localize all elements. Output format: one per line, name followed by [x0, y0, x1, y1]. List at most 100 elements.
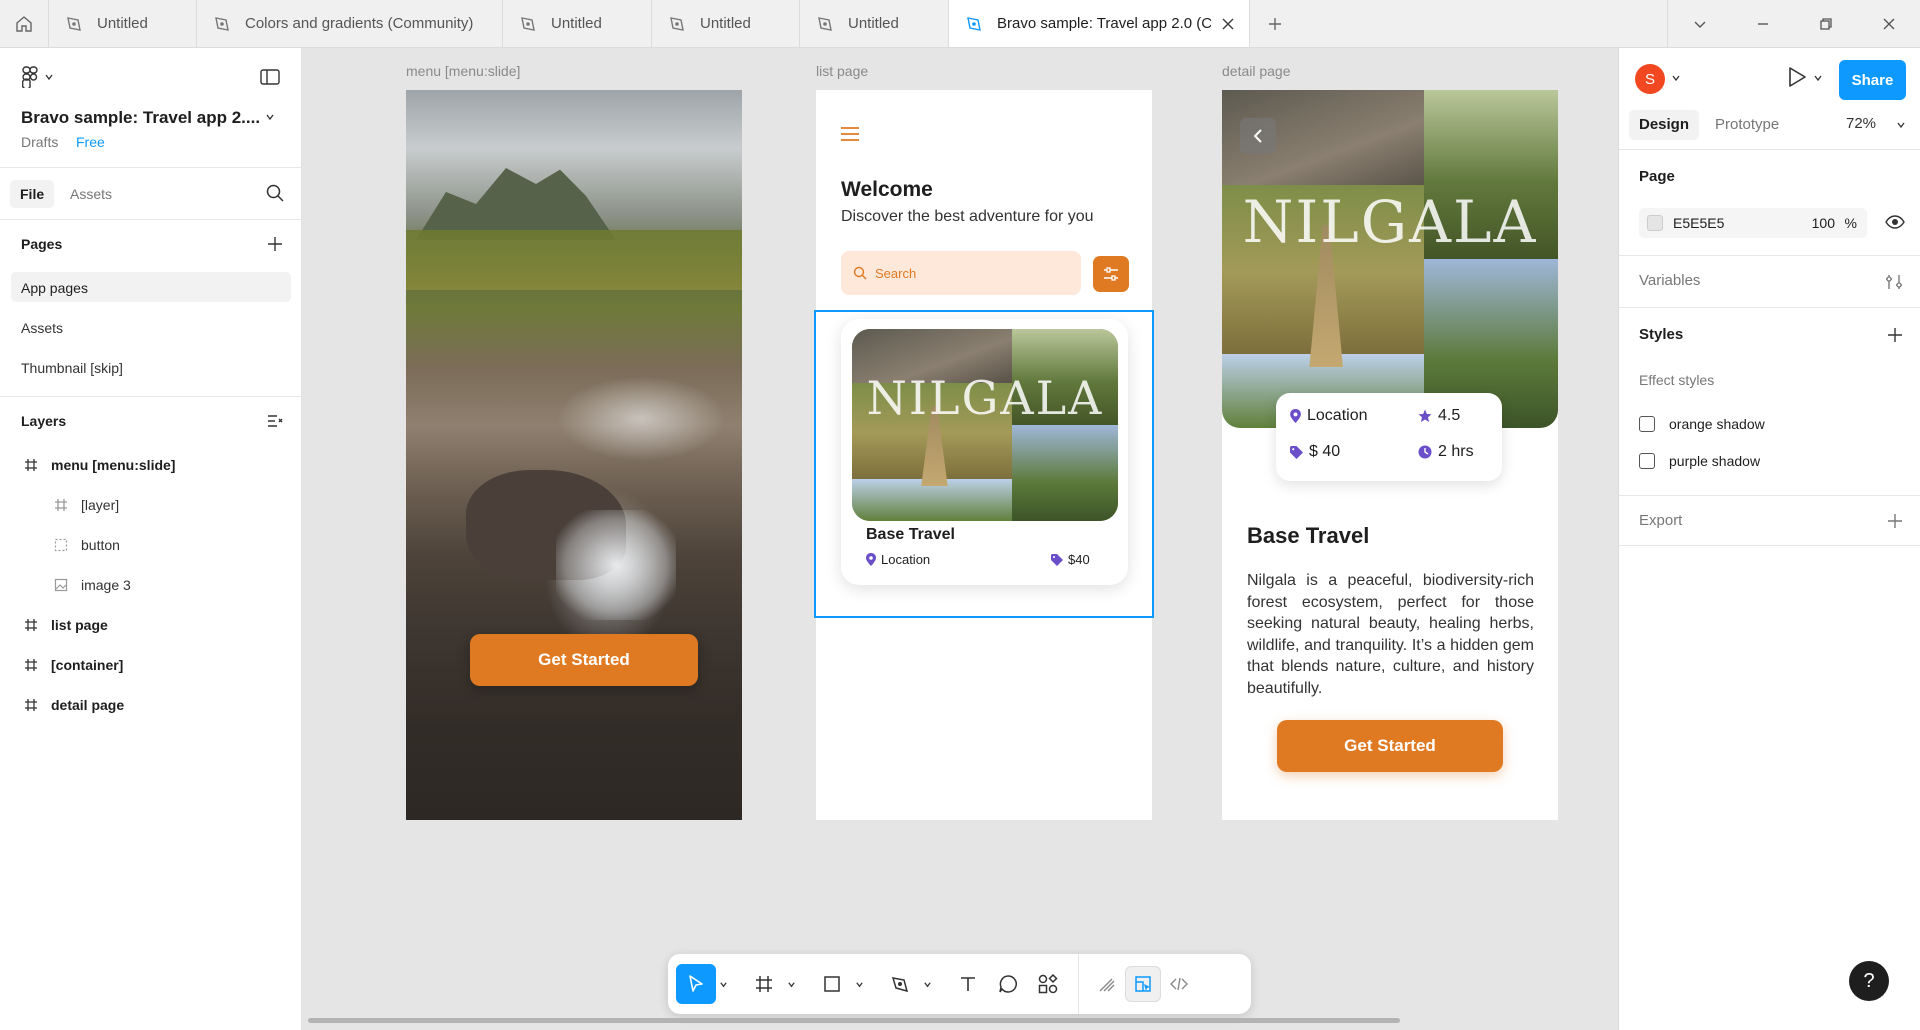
chevron-down-icon[interactable]: [1896, 120, 1906, 130]
layer-image-3[interactable]: image 3: [0, 565, 301, 605]
actions-tool[interactable]: [1028, 962, 1068, 1006]
move-tool-button[interactable]: [676, 964, 716, 1004]
layer-container[interactable]: [container]: [0, 645, 301, 685]
text-tool-button[interactable]: [948, 964, 988, 1004]
eye-icon[interactable]: [1885, 214, 1905, 230]
chevron-down-icon[interactable]: [1671, 73, 1681, 83]
comment-tool[interactable]: [988, 962, 1028, 1006]
add-page-icon[interactable]: [266, 235, 284, 253]
star-icon: [1418, 409, 1432, 422]
frame-tool-button[interactable]: [744, 964, 784, 1004]
variables-settings-icon[interactable]: [1885, 273, 1903, 291]
file-tab[interactable]: Untitled: [503, 0, 652, 47]
dev-mode-button[interactable]: [1161, 966, 1197, 1002]
move-tool-menu[interactable]: [716, 980, 730, 989]
tab-design[interactable]: Design: [1629, 110, 1700, 140]
actions-tool-button[interactable]: [1028, 964, 1068, 1004]
shape-tool[interactable]: [812, 962, 880, 1006]
page-item-thumbnail[interactable]: Thumbnail [skip]: [0, 348, 301, 388]
back-button[interactable]: [1240, 118, 1276, 154]
comment-tool-button[interactable]: [988, 964, 1028, 1004]
frame-label-list[interactable]: list page: [816, 63, 868, 79]
shape-tool-menu[interactable]: [852, 980, 866, 989]
add-style-icon[interactable]: [1886, 326, 1904, 344]
restore-button[interactable]: [1794, 0, 1857, 47]
main-menu-button[interactable]: [22, 66, 54, 88]
file-tab[interactable]: Untitled: [652, 0, 800, 47]
share-button[interactable]: Share: [1839, 60, 1906, 100]
chevron-down-icon[interactable]: [1813, 73, 1823, 83]
file-tab[interactable]: Colors and gradients (Community): [197, 0, 503, 47]
minimize-button[interactable]: [1731, 0, 1794, 47]
detail-page-frame[interactable]: NILGALA Location 4.5 $ 40 2 hrs Base Tra: [1222, 90, 1558, 820]
canvas[interactable]: menu [menu:slide] list page detail page …: [302, 48, 1618, 1030]
present-icon[interactable]: [1787, 66, 1807, 88]
info-duration-label: 2 hrs: [1438, 443, 1474, 460]
tab-file[interactable]: File: [10, 180, 55, 208]
file-tab[interactable]: Untitled: [800, 0, 949, 47]
home-tab[interactable]: [0, 0, 49, 47]
get-started-button[interactable]: Get Started: [1277, 720, 1503, 772]
layer-detail-page[interactable]: detail page: [0, 685, 301, 725]
horizontal-scrollbar[interactable]: [308, 1018, 1400, 1023]
file-tab[interactable]: Untitled: [49, 0, 197, 47]
get-started-button[interactable]: Get Started: [470, 634, 698, 686]
layer-list-page[interactable]: list page: [0, 605, 301, 645]
file-title[interactable]: Bravo sample: Travel app 2....: [21, 108, 260, 128]
new-tab-button[interactable]: [1250, 0, 1300, 47]
search-field[interactable]: Search: [841, 251, 1081, 295]
list-page-frame[interactable]: Welcome Discover the best adventure for …: [816, 90, 1152, 820]
toggle-sidebar-button[interactable]: [260, 68, 280, 89]
avatar[interactable]: S: [1635, 64, 1665, 94]
frame-label-detail[interactable]: detail page: [1222, 63, 1291, 79]
tab-list-button[interactable]: [1668, 0, 1731, 47]
tab-prototype[interactable]: Prototype: [1705, 110, 1789, 140]
close-window-button[interactable]: [1857, 0, 1920, 47]
frame-label-menu[interactable]: menu [menu:slide]: [406, 63, 520, 79]
add-export-icon[interactable]: [1886, 512, 1904, 530]
collapse-layers-icon[interactable]: [266, 412, 284, 430]
menu-frame[interactable]: Get Started: [406, 90, 742, 820]
pen-tool-button[interactable]: [880, 964, 920, 1004]
styles-label: Styles: [1639, 326, 1684, 343]
plan-badge[interactable]: Free: [76, 134, 105, 150]
file-location[interactable]: Drafts: [21, 134, 58, 150]
move-tool[interactable]: [676, 962, 744, 1006]
tab-assets[interactable]: Assets: [60, 180, 122, 208]
frame-tool-menu[interactable]: [784, 980, 798, 989]
page-color-value[interactable]: E5E5E5: [1673, 215, 1724, 231]
design-mode-button[interactable]: [1125, 966, 1161, 1002]
hamburger-menu-icon[interactable]: [840, 126, 860, 142]
pen-tool[interactable]: [880, 962, 948, 1006]
layer-menu[interactable]: menu [menu:slide]: [0, 445, 301, 485]
effect-style-orange-shadow[interactable]: orange shadow: [1639, 416, 1765, 432]
effect-style-purple-shadow[interactable]: purple shadow: [1639, 453, 1760, 469]
filter-button[interactable]: [1093, 256, 1129, 292]
search-placeholder: Search: [875, 265, 917, 281]
pen-tool-menu[interactable]: [920, 980, 934, 989]
page-section: Page E5E5E5 100 %: [1619, 150, 1920, 256]
search-icon[interactable]: [265, 183, 285, 203]
layer-button[interactable]: button: [0, 525, 301, 565]
page-color-field[interactable]: E5E5E5 100 %: [1639, 208, 1867, 238]
page-item-assets[interactable]: Assets: [0, 308, 301, 348]
welcome-heading: Welcome: [841, 178, 933, 201]
close-icon[interactable]: [1221, 17, 1235, 31]
zoom-level[interactable]: 72%: [1846, 115, 1876, 132]
color-swatch[interactable]: [1647, 215, 1663, 231]
shape-tool-button[interactable]: [812, 964, 852, 1004]
file-tab-active[interactable]: Bravo sample: Travel app 2.0 (Co: [949, 0, 1250, 47]
layer-layer[interactable]: [layer]: [0, 485, 301, 525]
design-mode-icon: [1135, 976, 1151, 992]
frame-tool[interactable]: [744, 962, 812, 1006]
right-panel: S Share Design Prototype 72% Page E5E5E5…: [1618, 48, 1920, 1030]
page-opacity-value[interactable]: 100: [1812, 215, 1835, 231]
chevron-down-icon[interactable]: [265, 112, 275, 122]
text-tool[interactable]: [948, 962, 988, 1006]
page-item-app-pages[interactable]: App pages: [0, 268, 301, 308]
tab-label: Untitled: [848, 15, 899, 32]
draw-mode-button[interactable]: [1089, 966, 1125, 1002]
help-button[interactable]: ?: [1849, 961, 1889, 1001]
travel-card[interactable]: NILGALA Base Travel Location $40: [841, 319, 1128, 585]
draft-icon: [215, 16, 229, 31]
